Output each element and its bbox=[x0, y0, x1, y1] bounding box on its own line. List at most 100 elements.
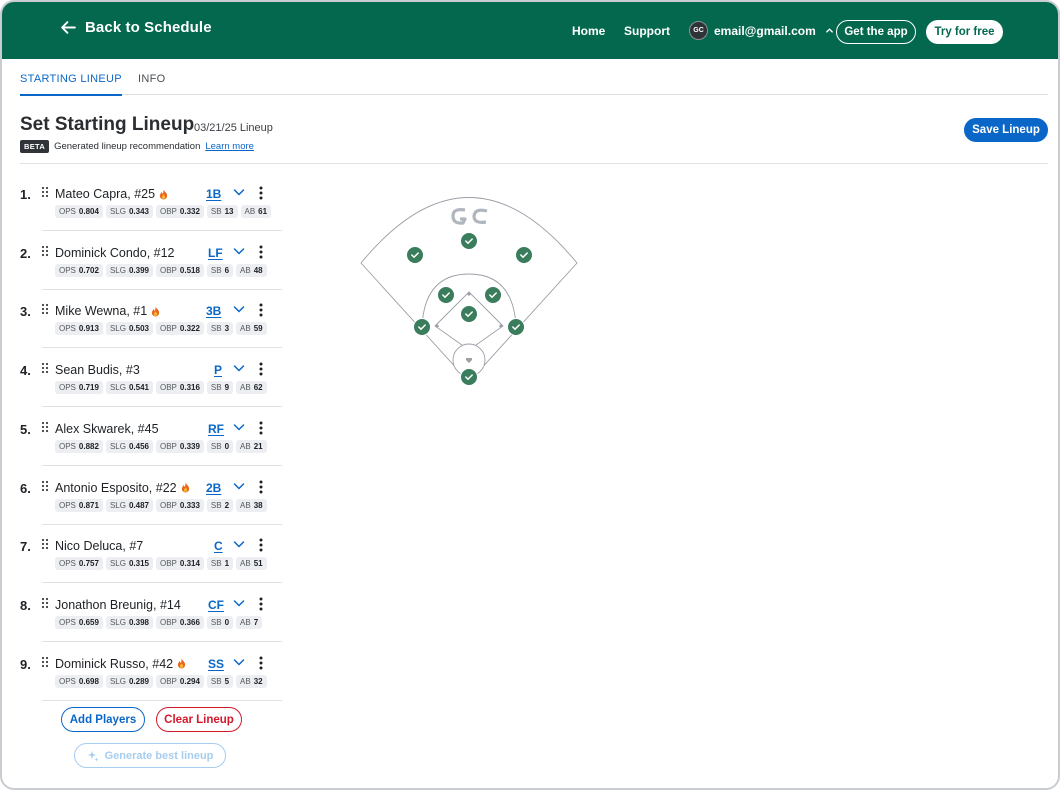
clear-lineup-button[interactable]: Clear Lineup bbox=[156, 707, 242, 732]
batting-order: 2. bbox=[20, 245, 31, 261]
back-to-schedule-link[interactable]: Back to Schedule bbox=[60, 19, 212, 36]
position-marker-c[interactable] bbox=[460, 368, 478, 386]
lineup-row[interactable]: 7. Nico Deluca, #7 C OPS 0.757 SLG 0.315 O… bbox=[20, 525, 282, 584]
position-marker-2b[interactable] bbox=[484, 286, 502, 304]
chevron-down-icon[interactable] bbox=[233, 364, 245, 373]
position-marker-rf[interactable] bbox=[515, 246, 533, 264]
account-menu[interactable]: GC email@gmail.com bbox=[689, 21, 834, 40]
lineup-row[interactable]: 5. Alex Skwarek, #45 RF OPS 0.882 SLG 0.45… bbox=[20, 408, 282, 467]
player-stats: OPS 0.757 SLG 0.315 OBP 0.314 SB 1 AB 51 bbox=[55, 557, 267, 571]
stat-ab: AB 32 bbox=[236, 674, 267, 688]
stat-sb: SB 0 bbox=[206, 615, 234, 629]
stat-ops: OPS 0.757 bbox=[55, 557, 103, 571]
position-marker-lf[interactable] bbox=[406, 246, 424, 264]
player-name: Alex Skwarek, #45 bbox=[55, 422, 159, 436]
position-select[interactable]: C bbox=[214, 539, 223, 553]
stat-sb: SB 5 bbox=[206, 674, 234, 688]
more-options-icon[interactable] bbox=[258, 362, 264, 376]
lineup-row[interactable]: 1. Mateo Capra, #25 1B OPS 0.804 SLG 0.343… bbox=[20, 173, 282, 232]
page-title: Set Starting Lineup bbox=[20, 114, 195, 135]
lineup-row[interactable]: 6. Antonio Esposito, #22 2B OPS 0.871 SLG… bbox=[20, 467, 282, 526]
more-options-icon[interactable] bbox=[258, 245, 264, 259]
drag-handle-icon[interactable] bbox=[41, 245, 49, 257]
position-marker-p[interactable] bbox=[460, 305, 478, 323]
chevron-down-icon[interactable] bbox=[233, 247, 245, 256]
tab-info[interactable]: INFO bbox=[138, 73, 165, 85]
more-options-icon[interactable] bbox=[258, 538, 264, 552]
stat-ab: AB 21 bbox=[236, 439, 267, 453]
chevron-down-icon[interactable] bbox=[233, 188, 245, 197]
app-window: Back to Schedule Home Support GC email@g… bbox=[0, 0, 1060, 790]
position-select[interactable]: RF bbox=[208, 422, 224, 436]
position-select[interactable]: P bbox=[214, 363, 222, 377]
lineup-row[interactable]: 2. Dominick Condo, #12 LF OPS 0.702 SLG 0.… bbox=[20, 232, 282, 291]
more-options-icon[interactable] bbox=[258, 421, 264, 435]
third-base bbox=[435, 324, 439, 328]
stat-obp: OBP 0.332 bbox=[155, 205, 204, 218]
player-name-text: Antonio Esposito, #22 bbox=[55, 480, 177, 495]
more-options-icon[interactable] bbox=[258, 656, 264, 670]
more-options-icon[interactable] bbox=[258, 480, 264, 494]
position-marker-3b[interactable] bbox=[413, 318, 431, 336]
more-options-icon[interactable] bbox=[258, 303, 264, 317]
position-marker-cf[interactable] bbox=[460, 232, 478, 250]
player-name-text: Nico Deluca, #7 bbox=[55, 539, 144, 554]
drag-handle-icon[interactable] bbox=[41, 656, 49, 668]
learn-more-link[interactable]: Learn more bbox=[205, 141, 254, 152]
more-options-icon[interactable] bbox=[258, 186, 264, 200]
lineup-row[interactable]: 4. Sean Budis, #3 P OPS 0.719 SLG 0.541 OB… bbox=[20, 349, 282, 408]
player-stats: OPS 0.913 SLG 0.503 OBP 0.322 SB 3 AB 59 bbox=[55, 322, 267, 336]
drag-handle-icon[interactable] bbox=[41, 421, 49, 433]
save-lineup-button[interactable]: Save Lineup bbox=[964, 118, 1048, 142]
drag-handle-icon[interactable] bbox=[41, 362, 49, 374]
drag-handle-icon[interactable] bbox=[41, 538, 49, 550]
fire-icon bbox=[181, 482, 189, 493]
lineup-row[interactable]: 9. Dominick Russo, #42 SS OPS 0.698 SLG 0.… bbox=[20, 643, 282, 702]
stat-sb: SB 0 bbox=[206, 439, 234, 453]
lineup-row[interactable]: 8. Jonathon Breunig, #14 CF OPS 0.659 SLG… bbox=[20, 584, 282, 643]
drag-handle-icon[interactable] bbox=[41, 597, 49, 609]
chevron-down-icon[interactable] bbox=[233, 658, 245, 667]
nav-home-link[interactable]: Home bbox=[572, 24, 605, 38]
player-name-text: Jonathon Breunig, #14 bbox=[55, 597, 181, 612]
baseball-field-diagram bbox=[360, 197, 578, 386]
position-select[interactable]: SS bbox=[208, 657, 224, 671]
lineup-date: 03/21/25 Lineup bbox=[194, 122, 273, 134]
lineup-row[interactable]: 3. Mike Wewna, #1 3B OPS 0.913 SLG 0.503 O… bbox=[20, 290, 282, 349]
chevron-down-icon[interactable] bbox=[233, 482, 245, 491]
try-for-free-button[interactable]: Try for free bbox=[926, 20, 1003, 44]
position-select[interactable]: LF bbox=[208, 246, 223, 260]
drag-handle-icon[interactable] bbox=[41, 303, 49, 315]
player-stats: OPS 0.698 SLG 0.289 OBP 0.294 SB 5 AB 32 bbox=[55, 674, 267, 688]
position-select[interactable]: CF bbox=[208, 598, 224, 612]
stat-slg: SLG 0.456 bbox=[105, 439, 153, 453]
tab-starting-lineup[interactable]: STARTING LINEUP bbox=[20, 73, 122, 96]
position-select[interactable]: 3B bbox=[206, 304, 221, 318]
drag-handle-icon[interactable] bbox=[41, 186, 49, 198]
player-stats: OPS 0.659 SLG 0.398 OBP 0.366 SB 0 AB 7 bbox=[55, 615, 263, 629]
stat-ab: AB 38 bbox=[236, 498, 267, 512]
chevron-down-icon[interactable] bbox=[233, 540, 245, 549]
stat-ops: OPS 0.871 bbox=[55, 498, 103, 512]
chevron-down-icon[interactable] bbox=[233, 305, 245, 314]
nav-support-link[interactable]: Support bbox=[624, 24, 670, 38]
stat-sb: SB 9 bbox=[206, 381, 234, 395]
avatar: GC bbox=[689, 21, 708, 40]
drag-handle-icon[interactable] bbox=[41, 480, 49, 492]
more-options-icon[interactable] bbox=[258, 597, 264, 611]
stat-sb: SB 3 bbox=[206, 322, 234, 336]
player-name: Jonathon Breunig, #14 bbox=[55, 598, 181, 612]
position-select[interactable]: 2B bbox=[206, 481, 221, 495]
position-select[interactable]: 1B bbox=[206, 187, 221, 201]
stat-obp: OBP 0.339 bbox=[155, 439, 204, 453]
position-marker-1b[interactable] bbox=[507, 318, 525, 336]
fire-icon bbox=[178, 658, 186, 669]
chevron-down-icon[interactable] bbox=[233, 599, 245, 608]
get-the-app-button[interactable]: Get the app bbox=[836, 20, 916, 44]
chevron-down-icon[interactable] bbox=[233, 423, 245, 432]
add-players-button[interactable]: Add Players bbox=[61, 707, 145, 732]
position-marker-ss[interactable] bbox=[437, 286, 455, 304]
stat-sb: SB 1 bbox=[206, 557, 234, 571]
generate-best-lineup-button[interactable]: Generate best lineup bbox=[74, 743, 226, 768]
tab-bar: STARTING LINEUP INFO bbox=[20, 59, 1048, 96]
